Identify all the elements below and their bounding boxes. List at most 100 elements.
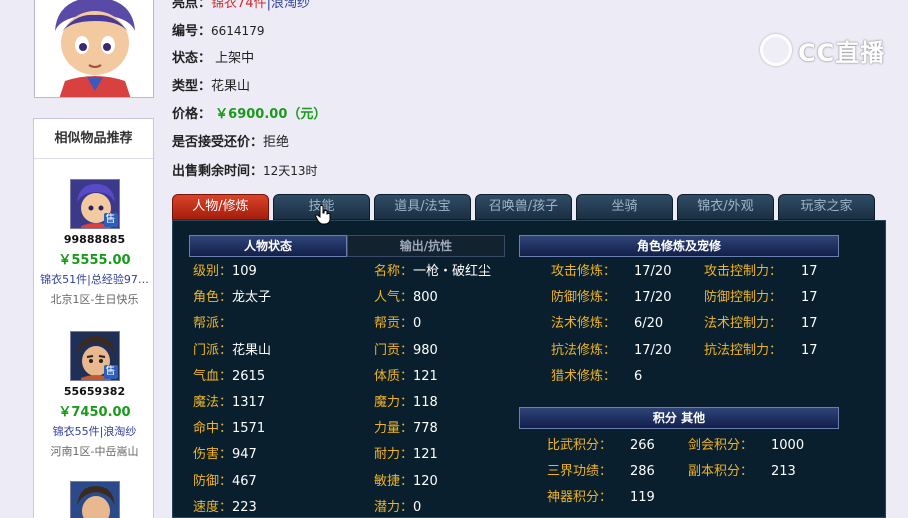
character-avatar xyxy=(34,0,154,98)
avatar-image xyxy=(70,482,119,518)
stat-row: 体质：121 xyxy=(374,367,438,387)
tab-player-home[interactable]: 玩家之家 xyxy=(778,194,875,220)
stat-value: 0 xyxy=(413,316,422,332)
stat-value: 286 xyxy=(630,464,655,480)
stat-row: 三界功绩： 286 xyxy=(547,462,655,482)
similar-item-desc[interactable]: 锦衣51件|总经验97… xyxy=(34,271,155,287)
stat-value: 2615 xyxy=(232,368,266,384)
stat-row: 比武积分： 266 xyxy=(547,436,655,456)
watermark-text: CC直播 xyxy=(798,38,886,67)
stat-row: 魔法：1317 xyxy=(193,393,265,413)
stat-value: 17 xyxy=(801,342,818,358)
section-output-resistance[interactable]: 输出/抗性 xyxy=(347,235,505,257)
stat-value: 1317 xyxy=(232,395,266,410)
stat-label: 抗法修炼： xyxy=(551,342,617,358)
section-character-status[interactable]: 人物状态 xyxy=(189,235,347,257)
stat-row: 门派：花果山 xyxy=(193,341,271,361)
stat-value: 龙太子 xyxy=(232,290,272,306)
price-label: 价格： xyxy=(172,107,212,122)
stat-value: 17/20 xyxy=(634,290,672,306)
stat-value: 6/20 xyxy=(634,316,664,332)
stat-row: 敏捷：120 xyxy=(374,472,438,492)
stat-row: 名称：一枪・破红尘 xyxy=(374,262,491,282)
stat-label: 防御修炼： xyxy=(551,290,617,306)
stat-row: 力量：778 xyxy=(374,419,438,439)
stat-row: 人气：800 xyxy=(374,288,438,308)
cc-logo-icon xyxy=(760,34,792,66)
highlight-link-langtaosha[interactable]: |浪淘纱 xyxy=(267,0,310,11)
stat-label: 气血： xyxy=(193,368,233,384)
stat-label: 攻击修炼： xyxy=(551,264,617,279)
tab-outfits-appearance[interactable]: 锦衣/外观 xyxy=(677,194,774,220)
stat-label: 比武积分： xyxy=(547,438,613,453)
stat-label: 神器积分： xyxy=(547,490,613,506)
stat-row: 剑会积分： 1000 xyxy=(688,436,804,456)
stat-value: 121 xyxy=(413,447,438,463)
stat-value: 800 xyxy=(413,290,438,306)
stat-value: 118 xyxy=(413,395,438,410)
detail-tabs: 人物/修炼 技能 道具/法宝 召唤兽/孩子 坐骑 锦衣/外观 玩家之家 xyxy=(172,194,884,220)
stat-row: 防御控制力： 17 xyxy=(704,288,818,308)
stat-value: 121 xyxy=(413,368,438,384)
for-sale-tag: 售 xyxy=(103,213,118,227)
stat-row: 气血：2615 xyxy=(193,367,265,387)
counter-offer-value: 拒绝 xyxy=(263,135,290,150)
type-value: 花果山 xyxy=(211,79,251,94)
stat-label: 剑会积分： xyxy=(688,438,754,453)
similar-item-avatar[interactable]: 售 xyxy=(69,179,120,229)
stat-value: 223 xyxy=(232,499,257,515)
highlight-link-jinyi[interactable]: 锦衣74件 xyxy=(211,0,267,11)
type-row: 类型：花果山 xyxy=(172,76,250,98)
tab-mounts[interactable]: 坐骑 xyxy=(576,194,673,220)
cc-live-watermark: CC直播 xyxy=(760,32,885,68)
stat-value: 120 xyxy=(413,473,438,489)
tab-pets-children[interactable]: 召唤兽/孩子 xyxy=(475,194,572,220)
stat-label: 名称： xyxy=(374,264,414,279)
stat-row: 法术控制力： 17 xyxy=(704,314,818,334)
price-value: ￥6900.00（元） xyxy=(215,107,327,122)
similar-item[interactable]: 售 99888885 ￥5555.00 锦衣51件|总经验97… 北京1区-生日… xyxy=(34,179,155,307)
similar-item-avatar[interactable]: 售 xyxy=(69,331,120,381)
stat-row: 帮派： xyxy=(193,314,232,334)
stat-value: 109 xyxy=(232,264,257,279)
stat-row: 抗法修炼： 17/20 xyxy=(551,341,671,361)
similar-item-server: 北京1区-生日快乐 xyxy=(50,293,139,306)
stat-value: 119 xyxy=(630,490,655,506)
stat-label: 命中： xyxy=(193,421,233,437)
stat-row: 攻击修炼： 17/20 xyxy=(551,262,671,282)
stat-row: 抗法控制力： 17 xyxy=(704,341,818,361)
similar-item-desc[interactable]: 锦衣55件|浪淘纱 xyxy=(34,423,155,439)
remaining-time-label: 出售剩余时间： xyxy=(172,164,264,179)
price-row: 价格： ￥6900.00（元） xyxy=(172,104,326,126)
for-sale-tag: 售 xyxy=(103,365,118,379)
stat-label: 副本积分： xyxy=(688,464,754,480)
stat-label: 人气： xyxy=(374,290,414,306)
stat-label: 门贡： xyxy=(374,342,414,358)
stat-value: 17 xyxy=(801,290,818,306)
similar-item-id: 55659382 xyxy=(63,385,126,398)
similar-items-title: 相似物品推荐 xyxy=(34,119,153,159)
tab-items-treasures[interactable]: 道具/法宝 xyxy=(374,194,471,220)
stat-value: 0 xyxy=(413,499,422,515)
similar-item-price: ￥5555.00 xyxy=(58,253,131,268)
highlight-row: 亮点：锦衣74件|浪淘纱 xyxy=(172,0,310,15)
stat-value: 一枪・破红尘 xyxy=(413,264,492,279)
stat-label: 猎术修炼： xyxy=(551,368,617,384)
stat-row: 耐力：121 xyxy=(374,445,438,465)
similar-item-avatar[interactable] xyxy=(69,481,120,518)
id-label: 编号： xyxy=(172,24,212,39)
similar-items-panel: 相似物品推荐 售 99888885 ￥5555.00 锦衣51件|总经验97… … xyxy=(33,118,154,518)
similar-item[interactable]: 售 55659382 ￥7450.00 锦衣55件|浪淘纱 河南1区-中岳嵩山 xyxy=(34,331,155,459)
stat-row: 副本积分： 213 xyxy=(688,462,796,482)
stat-value: 17/20 xyxy=(634,264,672,279)
character-portrait-image xyxy=(35,0,153,97)
stat-label: 攻击控制力： xyxy=(704,264,783,279)
stat-label: 帮贡： xyxy=(374,316,414,332)
stat-row: 防御修炼： 17/20 xyxy=(551,288,671,308)
similar-item[interactable] xyxy=(34,481,155,518)
tab-character-cultivation[interactable]: 人物/修炼 xyxy=(172,194,269,220)
stat-row: 神器积分： 119 xyxy=(547,488,655,508)
stat-value: 947 xyxy=(232,447,257,463)
stat-value: 1571 xyxy=(232,421,266,437)
type-label: 类型： xyxy=(172,79,212,94)
